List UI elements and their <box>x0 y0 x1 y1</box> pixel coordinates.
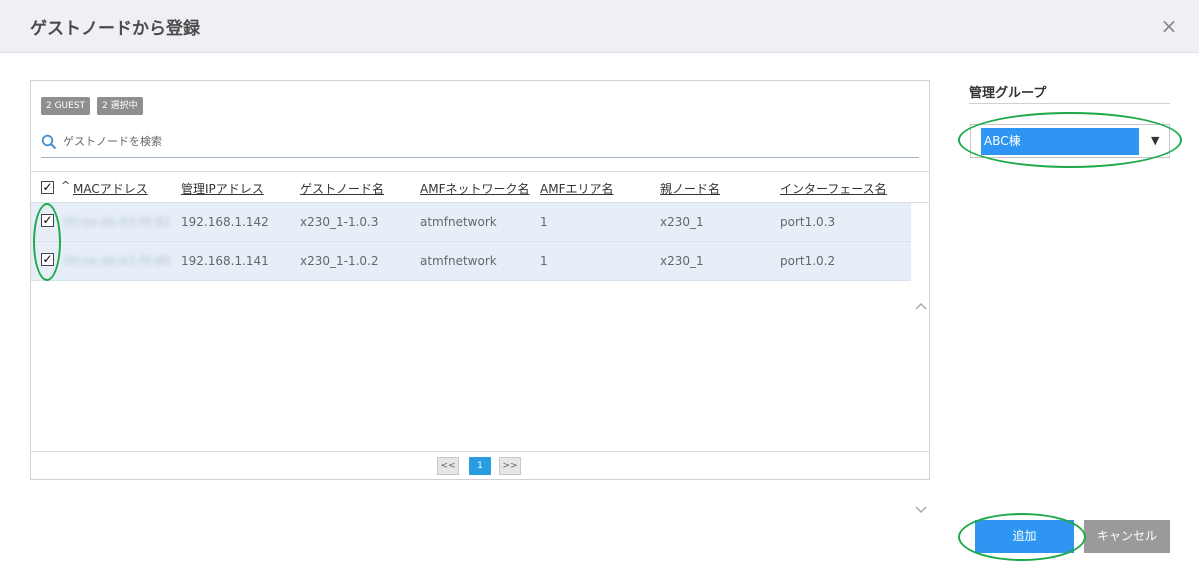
next-page-button[interactable]: >> <box>499 457 521 475</box>
scroll-up-icon[interactable] <box>915 301 927 313</box>
sort-indicator[interactable]: ^ <box>61 179 70 192</box>
dialog-title: ゲストノードから登録 <box>30 19 200 39</box>
cancel-button[interactable]: キャンセル <box>1084 520 1170 553</box>
column-area[interactable]: AMFエリア名 <box>540 180 613 197</box>
group-divider <box>969 103 1170 104</box>
close-icon[interactable]: × <box>1158 15 1180 37</box>
cell-area: 1 <box>540 215 548 229</box>
prev-page-button[interactable]: << <box>437 457 459 475</box>
column-parent[interactable]: 親ノード名 <box>660 180 720 197</box>
table-row[interactable]: ✓ 00:ee:ab:63:f9:82 192.168.1.142 x230_1… <box>31 203 911 242</box>
scroll-down-icon[interactable] <box>915 503 927 515</box>
row-checkbox[interactable]: ✓ <box>41 253 54 266</box>
search-input[interactable] <box>63 130 903 152</box>
cell-network: atmfnetwork <box>420 215 497 229</box>
cell-parent: x230_1 <box>660 254 704 268</box>
cell-interface: port1.0.3 <box>780 215 836 229</box>
guest-count-badge: 2 GUEST <box>41 97 91 115</box>
column-interface[interactable]: インターフェース名 <box>780 180 887 197</box>
cell-ip: 192.168.1.142 <box>181 215 269 229</box>
table-body: ✓ 00:ee:ab:63:f9:82 192.168.1.142 x230_1… <box>31 203 911 451</box>
group-select-value[interactable]: ABC棟 <box>981 128 1139 155</box>
cell-parent: x230_1 <box>660 215 704 229</box>
row-checkbox[interactable]: ✓ <box>41 214 54 227</box>
selected-count-badge: 2 選択中 <box>97 97 143 115</box>
column-guest-name[interactable]: ゲストノード名 <box>300 180 384 197</box>
column-mac[interactable]: MACアドレス <box>73 180 148 197</box>
guest-node-panel: 2 GUEST 2 選択中 ✓ ^ MACアドレス 管理IPアドレス ゲストノー… <box>30 80 930 514</box>
select-all-checkbox[interactable]: ✓ <box>41 181 54 194</box>
group-select[interactable]: ABC棟 ▼ <box>970 124 1170 158</box>
cell-interface: port1.0.2 <box>780 254 836 268</box>
page-1-button[interactable]: 1 <box>469 457 491 475</box>
cell-network: atmfnetwork <box>420 254 497 268</box>
cell-guest-name: x230_1-1.0.2 <box>300 254 379 268</box>
cell-ip: 192.168.1.141 <box>181 254 269 268</box>
scrollbar[interactable] <box>913 203 929 514</box>
cell-guest-name: x230_1-1.0.3 <box>300 215 379 229</box>
table-header: ✓ ^ MACアドレス 管理IPアドレス ゲストノード名 AMFネットワーク名 … <box>31 171 929 203</box>
group-label: 管理グループ <box>969 86 1047 101</box>
cell-mac: 00:ee:ab:63:f9:82 <box>63 215 171 229</box>
pagination: << 1 >> <box>31 451 929 479</box>
cell-area: 1 <box>540 254 548 268</box>
cell-mac: 00:ee:ab:63:f9:80 <box>63 254 171 268</box>
table-row[interactable]: ✓ 00:ee:ab:63:f9:80 192.168.1.141 x230_1… <box>31 242 911 281</box>
column-network[interactable]: AMFネットワーク名 <box>420 180 529 197</box>
add-button[interactable]: 追加 <box>975 520 1074 553</box>
chevron-down-icon[interactable]: ▼ <box>1151 134 1159 147</box>
dialog-header: ゲストノードから登録 × <box>0 0 1199 53</box>
column-ip[interactable]: 管理IPアドレス <box>181 180 264 197</box>
search-bar <box>41 128 919 158</box>
search-icon <box>41 134 57 150</box>
